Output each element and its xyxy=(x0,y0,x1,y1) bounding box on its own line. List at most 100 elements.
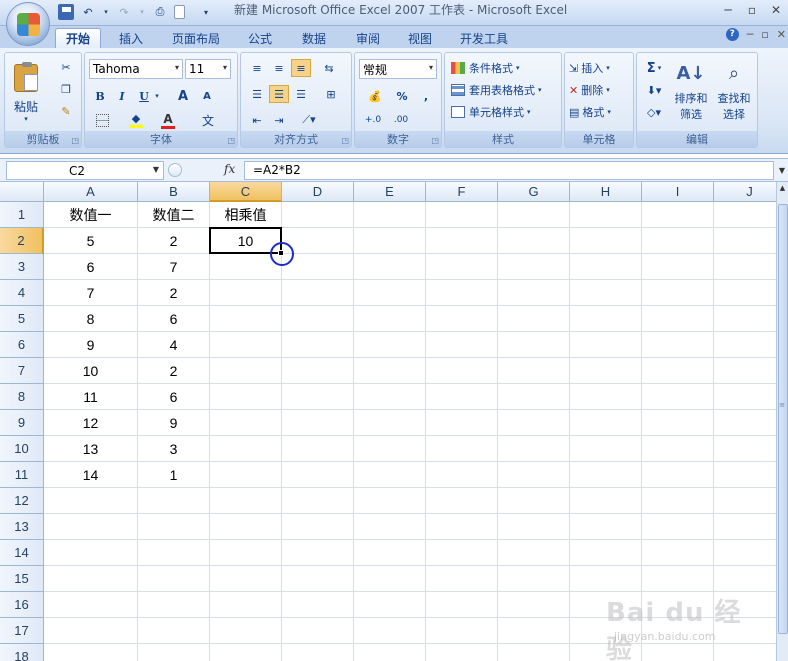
cell-a9[interactable]: 12 xyxy=(44,410,138,436)
align-center-icon[interactable]: ☰ xyxy=(269,85,289,103)
cell-f2[interactable] xyxy=(426,228,498,254)
cell-styles-button[interactable]: 单元格样式 ▾ xyxy=(451,103,559,121)
cell-d15[interactable] xyxy=(282,566,354,592)
cell-c11[interactable] xyxy=(210,462,282,488)
redo-dropdown-icon[interactable]: ▾ xyxy=(138,4,146,20)
cell-c1[interactable]: 相乘值 xyxy=(210,202,282,228)
cell-i6[interactable] xyxy=(642,332,714,358)
font-color-icon[interactable]: A xyxy=(157,111,179,129)
cell-d18[interactable] xyxy=(282,644,354,661)
cell-f8[interactable] xyxy=(426,384,498,410)
italic-button[interactable]: I xyxy=(113,87,131,105)
cell-j3[interactable] xyxy=(714,254,776,280)
cell-a10[interactable]: 13 xyxy=(44,436,138,462)
cell-c4[interactable] xyxy=(210,280,282,306)
row-header-3[interactable]: 3 xyxy=(0,254,44,280)
cell-i14[interactable] xyxy=(642,540,714,566)
cell-g13[interactable] xyxy=(498,514,570,540)
cell-e9[interactable] xyxy=(354,410,426,436)
cell-i18[interactable] xyxy=(642,644,714,661)
cell-a7[interactable]: 10 xyxy=(44,358,138,384)
cell-c14[interactable] xyxy=(210,540,282,566)
format-as-table-button[interactable]: 套用表格格式 ▾ xyxy=(451,81,563,99)
cell-f13[interactable] xyxy=(426,514,498,540)
row-header-16[interactable]: 16 xyxy=(0,592,44,618)
cell-h7[interactable] xyxy=(570,358,642,384)
cell-h14[interactable] xyxy=(570,540,642,566)
cell-b9[interactable]: 9 xyxy=(138,410,210,436)
cell-i5[interactable] xyxy=(642,306,714,332)
customize-toolbar-icon[interactable]: ▾ xyxy=(201,4,211,20)
office-button[interactable] xyxy=(6,2,50,46)
undo-icon[interactable]: ↶ xyxy=(80,4,96,20)
cell-j10[interactable] xyxy=(714,436,776,462)
cell-d5[interactable] xyxy=(282,306,354,332)
cell-g14[interactable] xyxy=(498,540,570,566)
cell-b13[interactable] xyxy=(138,514,210,540)
cell-g16[interactable] xyxy=(498,592,570,618)
row-header-5[interactable]: 5 xyxy=(0,306,44,332)
increase-decimal-button[interactable]: +.0 xyxy=(361,111,385,129)
cell-h12[interactable] xyxy=(570,488,642,514)
cell-h17[interactable] xyxy=(570,618,642,644)
cell-b4[interactable]: 2 xyxy=(138,280,210,306)
number-format-combo[interactable]: 常规 ▾ xyxy=(359,59,437,79)
cell-d8[interactable] xyxy=(282,384,354,410)
tab-view[interactable]: 视图 xyxy=(400,28,440,48)
cell-b15[interactable] xyxy=(138,566,210,592)
cell-j5[interactable] xyxy=(714,306,776,332)
alignment-launcher-icon[interactable]: ◳ xyxy=(341,136,349,145)
cell-a5[interactable]: 8 xyxy=(44,306,138,332)
wrap-text-icon[interactable]: ⇆ xyxy=(319,59,339,77)
cell-g4[interactable] xyxy=(498,280,570,306)
cell-g18[interactable] xyxy=(498,644,570,661)
comma-button[interactable]: , xyxy=(417,87,435,105)
cell-a13[interactable] xyxy=(44,514,138,540)
cell-i17[interactable] xyxy=(642,618,714,644)
cell-f14[interactable] xyxy=(426,540,498,566)
tab-formulas[interactable]: 公式 xyxy=(240,28,280,48)
tab-data[interactable]: 数据 xyxy=(294,28,334,48)
cell-e5[interactable] xyxy=(354,306,426,332)
cell-h16[interactable] xyxy=(570,592,642,618)
row-header-8[interactable]: 8 xyxy=(0,384,44,410)
cell-a4[interactable]: 7 xyxy=(44,280,138,306)
cell-h18[interactable] xyxy=(570,644,642,661)
row-header-10[interactable]: 10 xyxy=(0,436,44,462)
cell-g9[interactable] xyxy=(498,410,570,436)
tab-page-layout[interactable]: 页面布局 xyxy=(164,28,228,48)
align-bottom-icon[interactable]: ≡ xyxy=(291,59,311,77)
column-header-b[interactable]: B xyxy=(138,182,210,202)
cell-f5[interactable] xyxy=(426,306,498,332)
cell-e7[interactable] xyxy=(354,358,426,384)
borders-icon[interactable] xyxy=(91,111,113,129)
cell-f3[interactable] xyxy=(426,254,498,280)
cell-d1[interactable] xyxy=(282,202,354,228)
cell-c8[interactable] xyxy=(210,384,282,410)
cell-c6[interactable] xyxy=(210,332,282,358)
cell-j18[interactable] xyxy=(714,644,776,661)
row-header-1[interactable]: 1 xyxy=(0,202,44,228)
tab-insert[interactable]: 插入 xyxy=(112,28,150,48)
cell-b11[interactable]: 1 xyxy=(138,462,210,488)
increase-indent-icon[interactable]: ⇥ xyxy=(269,111,289,129)
decrease-indent-icon[interactable]: ⇤ xyxy=(247,111,267,129)
cell-g1[interactable] xyxy=(498,202,570,228)
cell-b3[interactable]: 7 xyxy=(138,254,210,280)
cell-a16[interactable] xyxy=(44,592,138,618)
autosum-button[interactable]: Σ ▾ xyxy=(641,59,667,77)
cell-c16[interactable] xyxy=(210,592,282,618)
cell-g17[interactable] xyxy=(498,618,570,644)
cell-j13[interactable] xyxy=(714,514,776,540)
row-header-2[interactable]: 2 xyxy=(0,228,44,254)
align-top-icon[interactable]: ≡ xyxy=(247,59,267,77)
cell-i15[interactable] xyxy=(642,566,714,592)
cell-e15[interactable] xyxy=(354,566,426,592)
cell-f10[interactable] xyxy=(426,436,498,462)
underline-dropdown-icon[interactable]: ▾ xyxy=(153,89,161,103)
cell-b10[interactable]: 3 xyxy=(138,436,210,462)
cell-f1[interactable] xyxy=(426,202,498,228)
row-header-7[interactable]: 7 xyxy=(0,358,44,384)
restore-button[interactable]: ▫ xyxy=(740,0,764,20)
cell-h3[interactable] xyxy=(570,254,642,280)
